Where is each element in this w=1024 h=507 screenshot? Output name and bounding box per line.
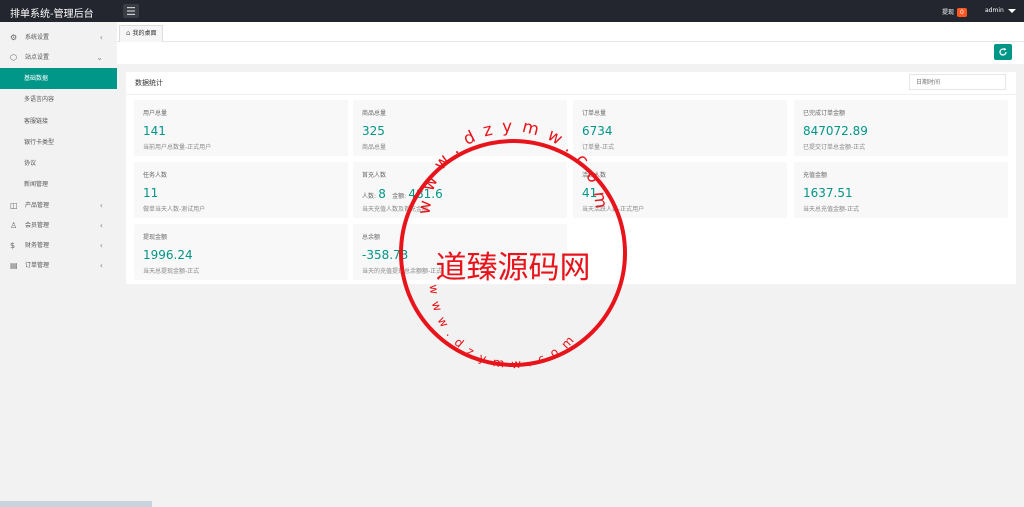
stat-card-recharge-amount: 充值金额 1637.51 当天总充值金额-正式 [794,162,1008,218]
stat-sublabel-count: 人数: [362,193,377,200]
divider [126,94,1016,95]
user-icon: ♙ [10,220,18,230]
stat-value: 325 [362,124,385,138]
chevron-down-icon: ⌄ [96,53,103,62]
toolbar [117,42,1024,64]
date-time-input[interactable] [909,74,1006,90]
tab-my-desktop[interactable]: ⌂ 我的桌面 [119,25,164,42]
chevron-left-icon: ‹ [99,33,103,42]
refresh-button[interactable] [994,44,1012,60]
home-icon: ⌂ [126,29,131,37]
stat-label: 已完成订单金额 [803,110,846,117]
stat-card-first-recharge: 首充人数 人数: 8 金额: 481.6 当天充值人数及首充金额 [353,162,567,218]
stat-label: 用户总量 [143,110,168,117]
sidebar-subitem-agreement[interactable]: 协议 [0,153,117,174]
stat-desc: 当天总充值金额-正式 [803,206,860,213]
sidebar-subitem-multilang[interactable]: 多语言内容 [0,89,117,110]
stat-desc: 做单当天人数-测试用户 [143,206,206,213]
stat-card-completed-amount: 已完成订单金额 847072.89 已提交订单总金额-正式 [794,100,1008,156]
stat-desc: 当天总提现金额-正式 [143,268,200,275]
sidebar-item-members[interactable]: ♙ 会员管理 ‹ [0,216,117,236]
sidebar-item-label: 订单管理 [25,261,50,269]
sidebar-subitem-bank-card-type[interactable]: 银行卡类型 [0,132,117,153]
caret-down-icon [1007,8,1016,13]
user-menu[interactable]: admin [985,7,1016,14]
tab-label: 我的桌面 [132,30,157,37]
stat-value: 1996.24 [143,248,193,262]
box-icon: ◫ [10,200,18,210]
sidebar-item-label: 会员管理 [25,221,50,229]
tab-bar: ⌂ 我的桌面 [117,22,1024,42]
stat-value-count: 8 [378,187,386,201]
stat-card-withdraw-amount: 提现金额 1996.24 当天总提现金额-正式 [134,224,348,280]
stat-card-product-total: 商品总量 325 商品总量 [353,100,567,156]
stat-desc: 当天活跃人数-正式用户 [582,206,645,213]
sidebar-subitem-service-link[interactable]: 客服链接 [0,111,117,132]
chevron-left-icon: ‹ [99,220,103,230]
status-bar [0,501,152,507]
sidebar-item-label: 系统设置 [25,34,50,41]
sidebar-item-system-settings[interactable]: ⚙ 系统设置 ‹ [0,28,117,48]
stat-desc: 订单量-正式 [582,144,615,151]
stat-label: 任务人数 [143,172,168,179]
stat-desc: 当前用户总数量-正式用户 [143,144,212,151]
stat-desc: 当天的充值提现总余额额-正式 [362,268,443,275]
stats-panel: 数据统计 用户总量 141 当前用户总数量-正式用户 商品总量 325 商品总量… [126,72,1016,284]
stat-card-total-balance: 总余额 -358.73 当天的充值提现总余额额-正式 [353,224,567,280]
app-title: 排单系统-管理后台 [10,9,94,20]
stat-label: 订单总量 [582,110,607,117]
cube-icon: ⬡ [10,53,17,62]
sidebar-subitem-news[interactable]: 新闻管理 [0,174,117,195]
stat-desc: 当天充值人数及首充金额 [362,206,429,213]
stat-desc: 商品总量 [362,144,387,151]
watermark-bottom-text: www.dzymw.com [427,284,583,372]
sidebar-item-label: 财务管理 [25,241,50,249]
sidebar-subitem-basic-data[interactable]: 基础数据 [0,68,117,90]
sidebar: ⚙ 系统设置 ‹ ⬡ 站点设置 ⌄ 基础数据 多语言内容 客服链接 银行卡类型 … [0,22,117,507]
gear-icon: ⚙ [10,33,18,42]
stat-value: 847072.89 [803,124,868,138]
sidebar-item-orders[interactable]: ▤ 订单管理 ‹ [0,256,117,276]
sidebar-item-label: 产品管理 [25,201,50,209]
stat-card-user-total: 用户总量 141 当前用户总数量-正式用户 [134,100,348,156]
refresh-icon [999,47,1007,56]
stat-value: -358.73 [362,248,409,262]
stat-label: 总余额 [362,234,381,241]
sidebar-item-products[interactable]: ◫ 产品管理 ‹ [0,196,117,216]
chevron-left-icon: ‹ [99,260,103,270]
order-icon: ▤ [10,260,18,270]
stat-value: 141 [143,124,166,138]
stat-label: 充值金额 [803,172,828,179]
stat-card-active-users: 活跃人数 41 当天活跃人数-正式用户 [573,162,787,218]
menu-toggle-button[interactable] [123,4,139,18]
sidebar-item-label: 站点设置 [25,54,50,61]
chevron-left-icon: ‹ [99,200,103,210]
stat-value: 1637.51 [803,186,853,200]
top-navbar: 排单系统-管理后台 提现 0 admin [0,0,1024,22]
stat-label: 提现金额 [143,234,168,241]
stat-card-order-total: 订单总量 6734 订单量-正式 [573,100,787,156]
sidebar-item-site-settings[interactable]: ⬡ 站点设置 ⌄ [0,48,117,68]
stat-label: 活跃人数 [582,172,607,179]
stat-label: 商品总量 [362,110,387,117]
withdraw-notice-label: 提现 [942,9,955,16]
stat-value: 11 [143,186,159,200]
stat-label: 首充人数 [362,172,387,179]
user-name: admin [985,7,1004,14]
menu-icon [127,7,135,15]
panel-title: 数据统计 [135,79,163,87]
stat-sublabel-amount: 金额: [392,193,407,200]
stat-value: 41 [582,186,598,200]
notice-badge: 0 [957,8,967,17]
stat-value: 6734 [582,124,613,138]
stat-card-task-users: 任务人数 11 做单当天人数-测试用户 [134,162,348,218]
stat-desc: 已提交订单总金额-正式 [803,144,866,151]
sidebar-item-finance[interactable]: $ 财务管理 ‹ [0,236,117,256]
withdraw-notice[interactable]: 提现 0 [942,7,967,17]
stat-inline-values: 人数: 8 金额: 481.6 [362,187,447,201]
chevron-left-icon: ‹ [99,240,103,250]
stat-value-amount: 481.6 [408,187,443,201]
money-icon: $ [10,240,16,250]
